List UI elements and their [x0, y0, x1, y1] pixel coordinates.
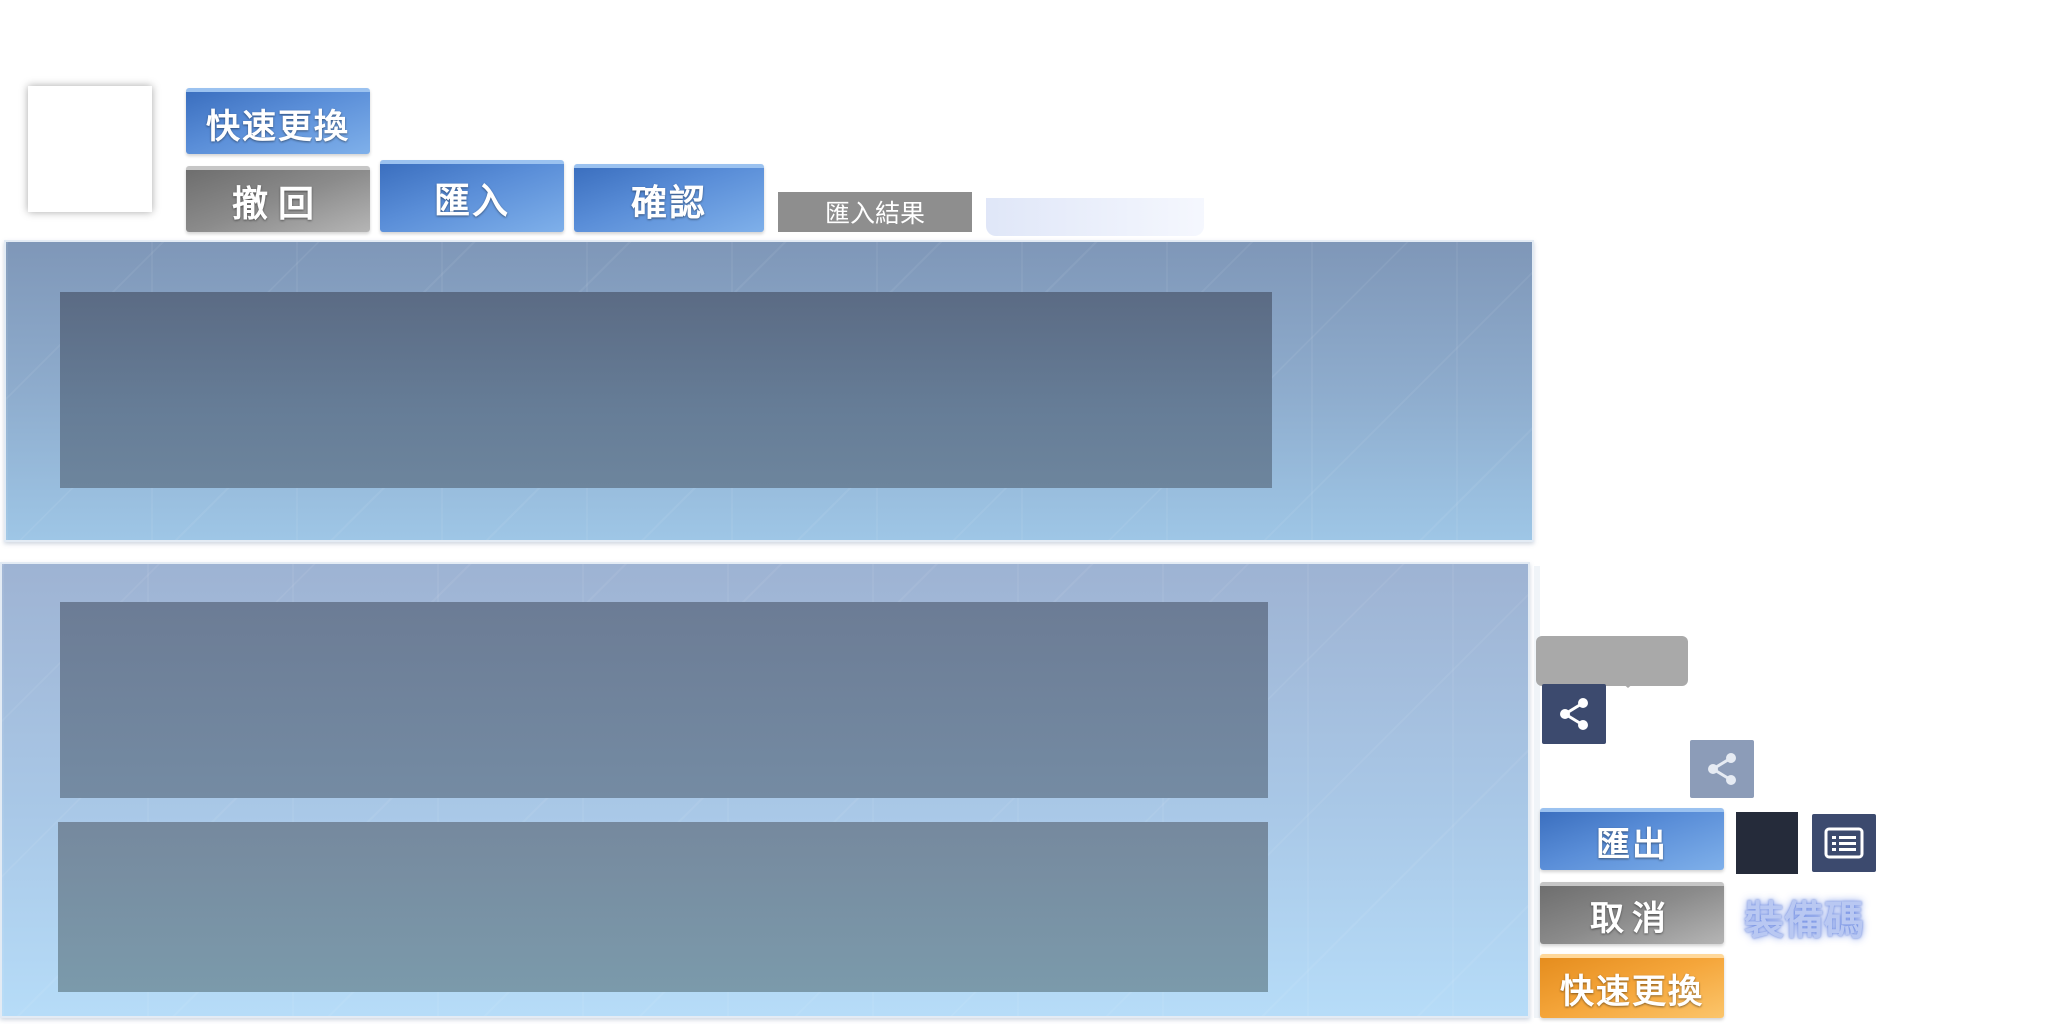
cancel-button[interactable]: 取消 [1540, 882, 1724, 944]
quick-swap-button[interactable]: 快速更換 [186, 88, 370, 154]
undo-button[interactable]: 撤回 [186, 166, 370, 232]
share-icon [1560, 698, 1588, 730]
quick-swap-label: 快速更換 [1560, 971, 1704, 1012]
equipment-code-area-secondary[interactable] [58, 822, 1268, 992]
import-button[interactable]: 匯入 [380, 160, 564, 232]
list-icon [1824, 827, 1864, 859]
share-button[interactable] [1542, 684, 1606, 744]
equipment-code-label: 裝備碼 [1744, 897, 1864, 944]
color-swatch[interactable] [1736, 812, 1798, 874]
quick-swap-label: 快速更換 [206, 106, 350, 147]
side-tooltip [1536, 636, 1688, 686]
list-button[interactable] [1812, 814, 1876, 872]
import-result-tab[interactable]: 匯入結果 [778, 192, 972, 232]
import-text-area[interactable] [60, 292, 1272, 488]
quick-swap-button-side[interactable]: 快速更換 [1540, 954, 1724, 1018]
share-icon [1708, 753, 1736, 785]
cancel-label: 取消 [1590, 898, 1674, 939]
undo-label: 撤回 [231, 183, 324, 225]
confirm-label: 確認 [630, 182, 707, 224]
import-label: 匯入 [433, 180, 510, 222]
import-panel [4, 240, 1534, 542]
side-divider [1534, 566, 1540, 1018]
import-result-label: 匯入結果 [824, 199, 925, 228]
confirm-button[interactable]: 確認 [574, 164, 764, 232]
export-label: 匯出 [1596, 824, 1668, 865]
export-button[interactable]: 匯出 [1540, 808, 1724, 870]
side-tooltip-tail [1614, 676, 1642, 688]
equipment-code-area[interactable] [60, 602, 1268, 798]
equipment-panel [0, 562, 1530, 1018]
toolbar-faint-strip [986, 198, 1204, 236]
share-button-secondary[interactable] [1690, 740, 1754, 798]
avatar-frame [28, 86, 152, 212]
